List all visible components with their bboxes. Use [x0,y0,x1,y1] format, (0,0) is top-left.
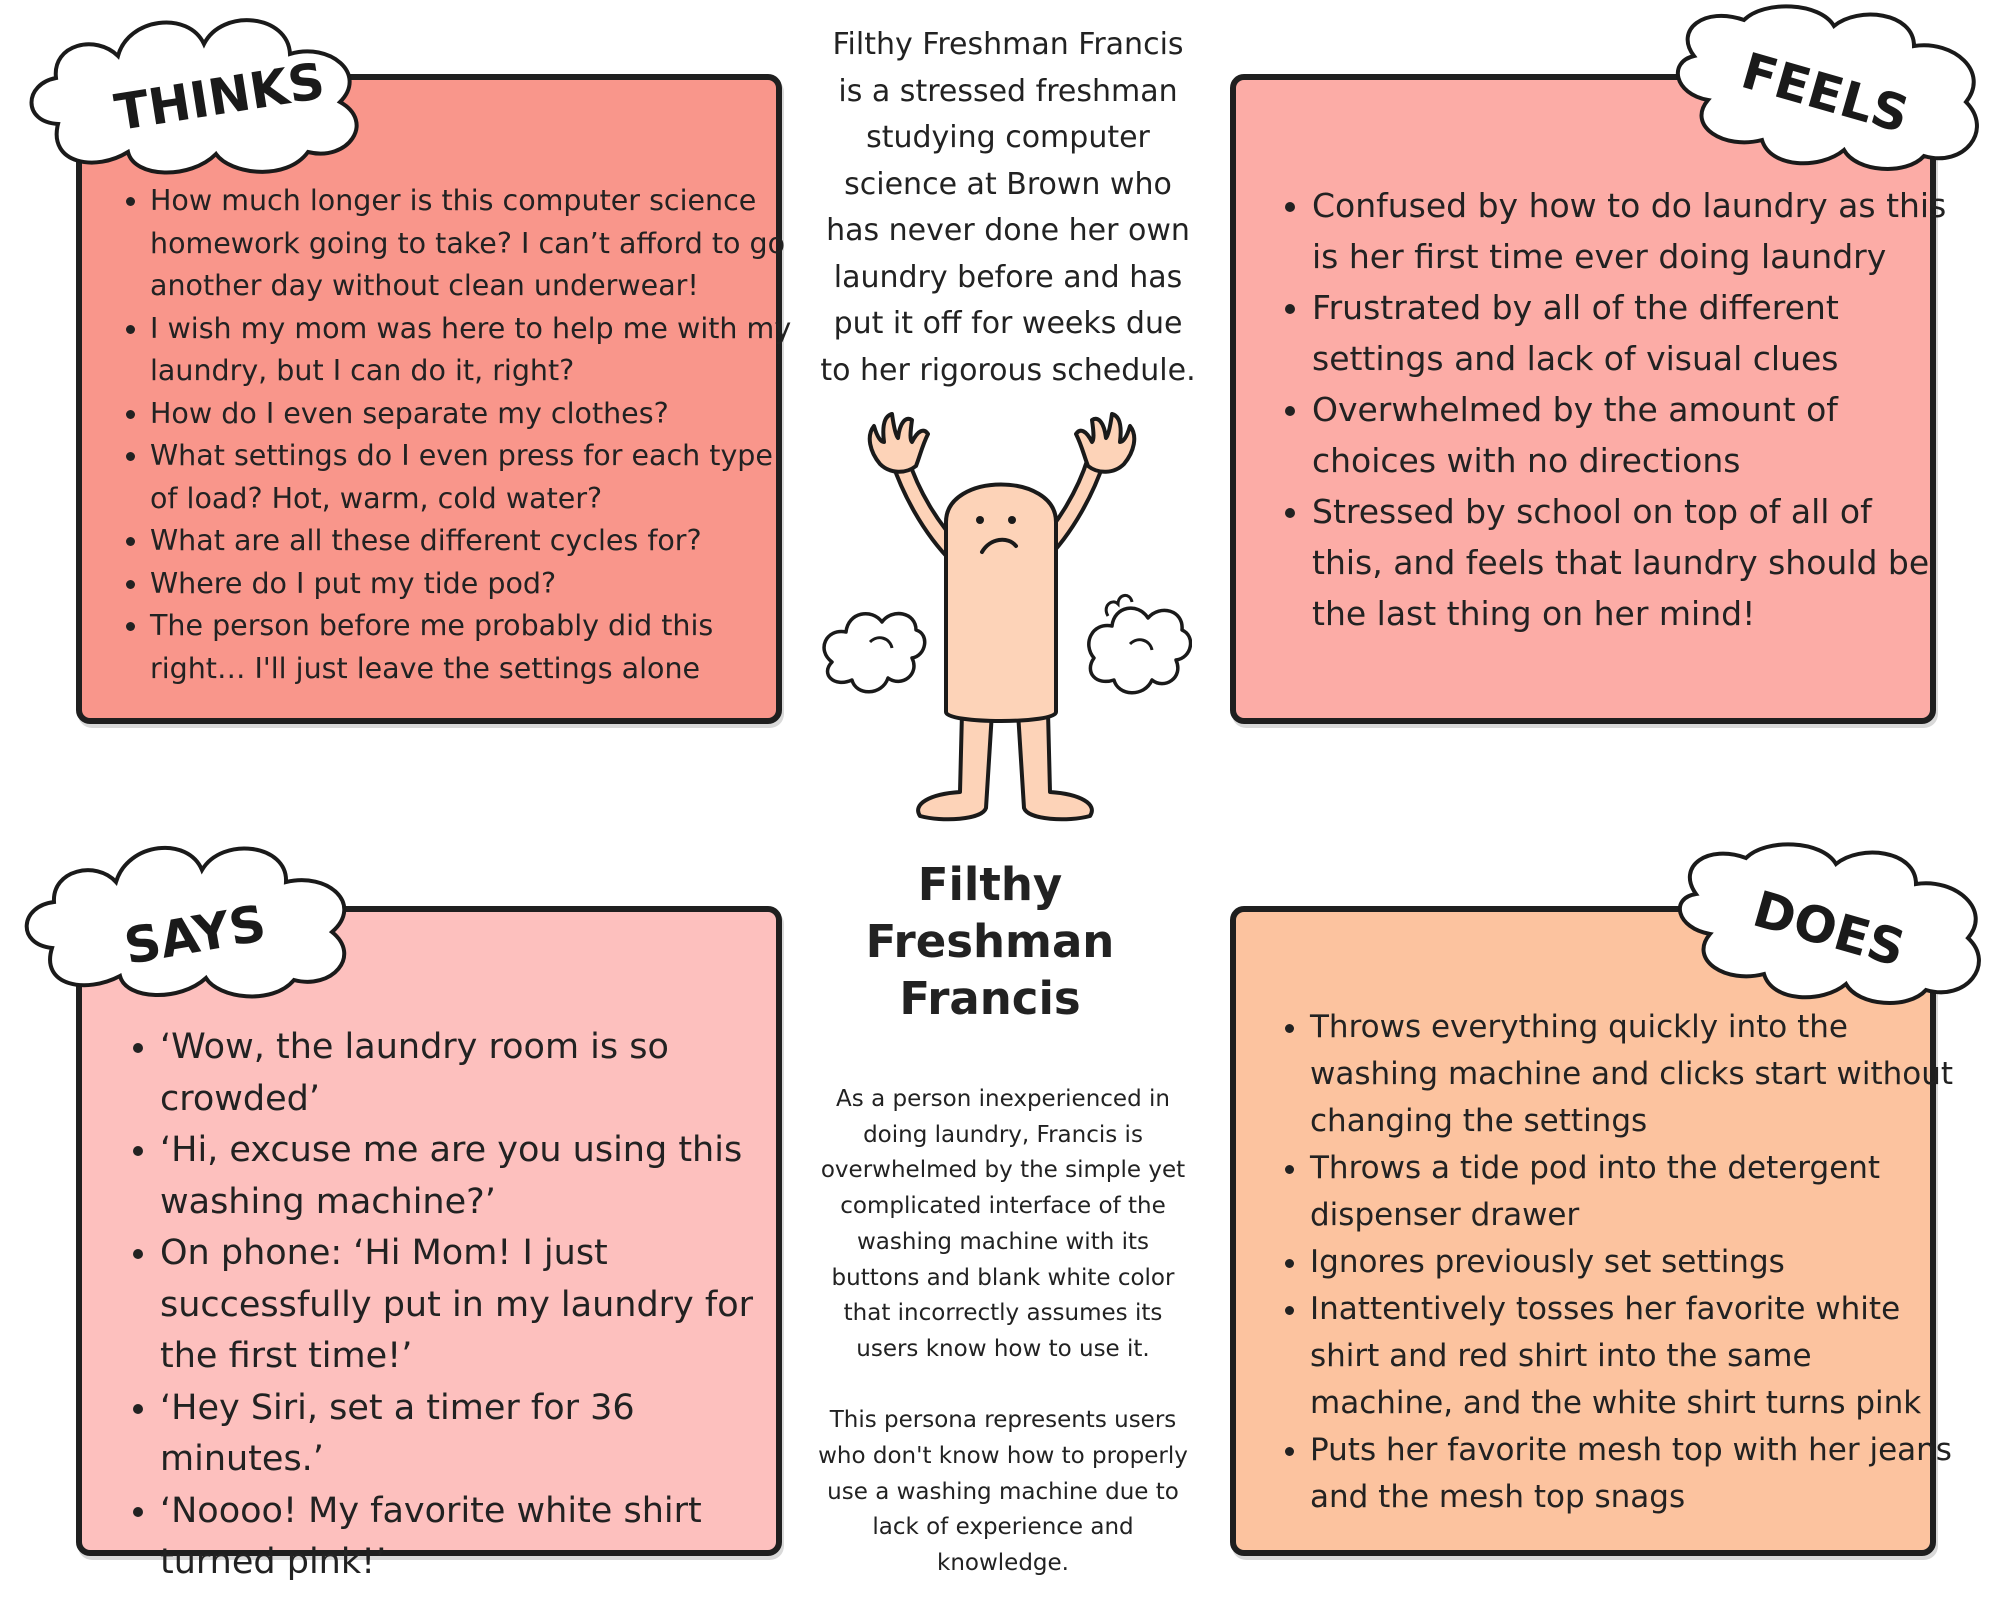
persona-intro: Filthy Freshman Francis is a stressed fr… [820,27,1196,388]
list-item: ‘Noooo! My favorite white shirt turned p… [160,1486,800,1589]
list-item: ‘Wow, the laundry room is so crowded’ [160,1022,800,1125]
list-item: On phone: ‘Hi Mom! I just successfully p… [160,1228,800,1383]
list-item: I wish my mom was here to help me with m… [150,308,800,393]
does-list: Throws everything quickly into the washi… [1276,1004,1960,1521]
list-item: Frustrated by all of the different setti… [1312,282,1952,384]
feels-list: Confused by how to do laundry as this is… [1278,180,1952,639]
persona-description: As a person inexperienced in doing laund… [818,1086,1188,1577]
persona-name: Filthy Freshman Francis [865,858,1115,1025]
list-item: Where do I put my tide pod? [150,563,800,606]
thinks-list: How much longer is this computer science… [116,180,800,690]
list-item: Inattentively tosses her favorite white … [1310,1286,1960,1427]
list-item: Ignores previously set settings [1310,1239,1960,1286]
stressed-person-illustration [822,412,1192,822]
list-item: What settings do I even press for each t… [150,435,800,520]
list-item: ‘Hi, excuse me are you using this washin… [160,1125,800,1228]
list-item: The person before me probably did this r… [150,605,800,690]
list-item: Stressed by school on top of all of this… [1312,486,1952,639]
list-item: What are all these different cycles for? [150,520,800,563]
says-list: ‘Wow, the laundry room is so crowded’ ‘H… [126,1022,800,1589]
list-item: Throws a tide pod into the detergent dis… [1310,1145,1960,1239]
list-item: How much longer is this computer science… [150,180,800,308]
list-item: ‘Hey Siri, set a timer for 36 minutes.’ [160,1383,800,1486]
list-item: Puts her favorite mesh top with her jean… [1310,1427,1960,1521]
list-item: How do I even separate my clothes? [150,393,800,436]
list-item: Throws everything quickly into the washi… [1310,1004,1960,1145]
list-item: Overwhelmed by the amount of choices wit… [1312,384,1952,486]
list-item: Confused by how to do laundry as this is… [1312,180,1952,282]
